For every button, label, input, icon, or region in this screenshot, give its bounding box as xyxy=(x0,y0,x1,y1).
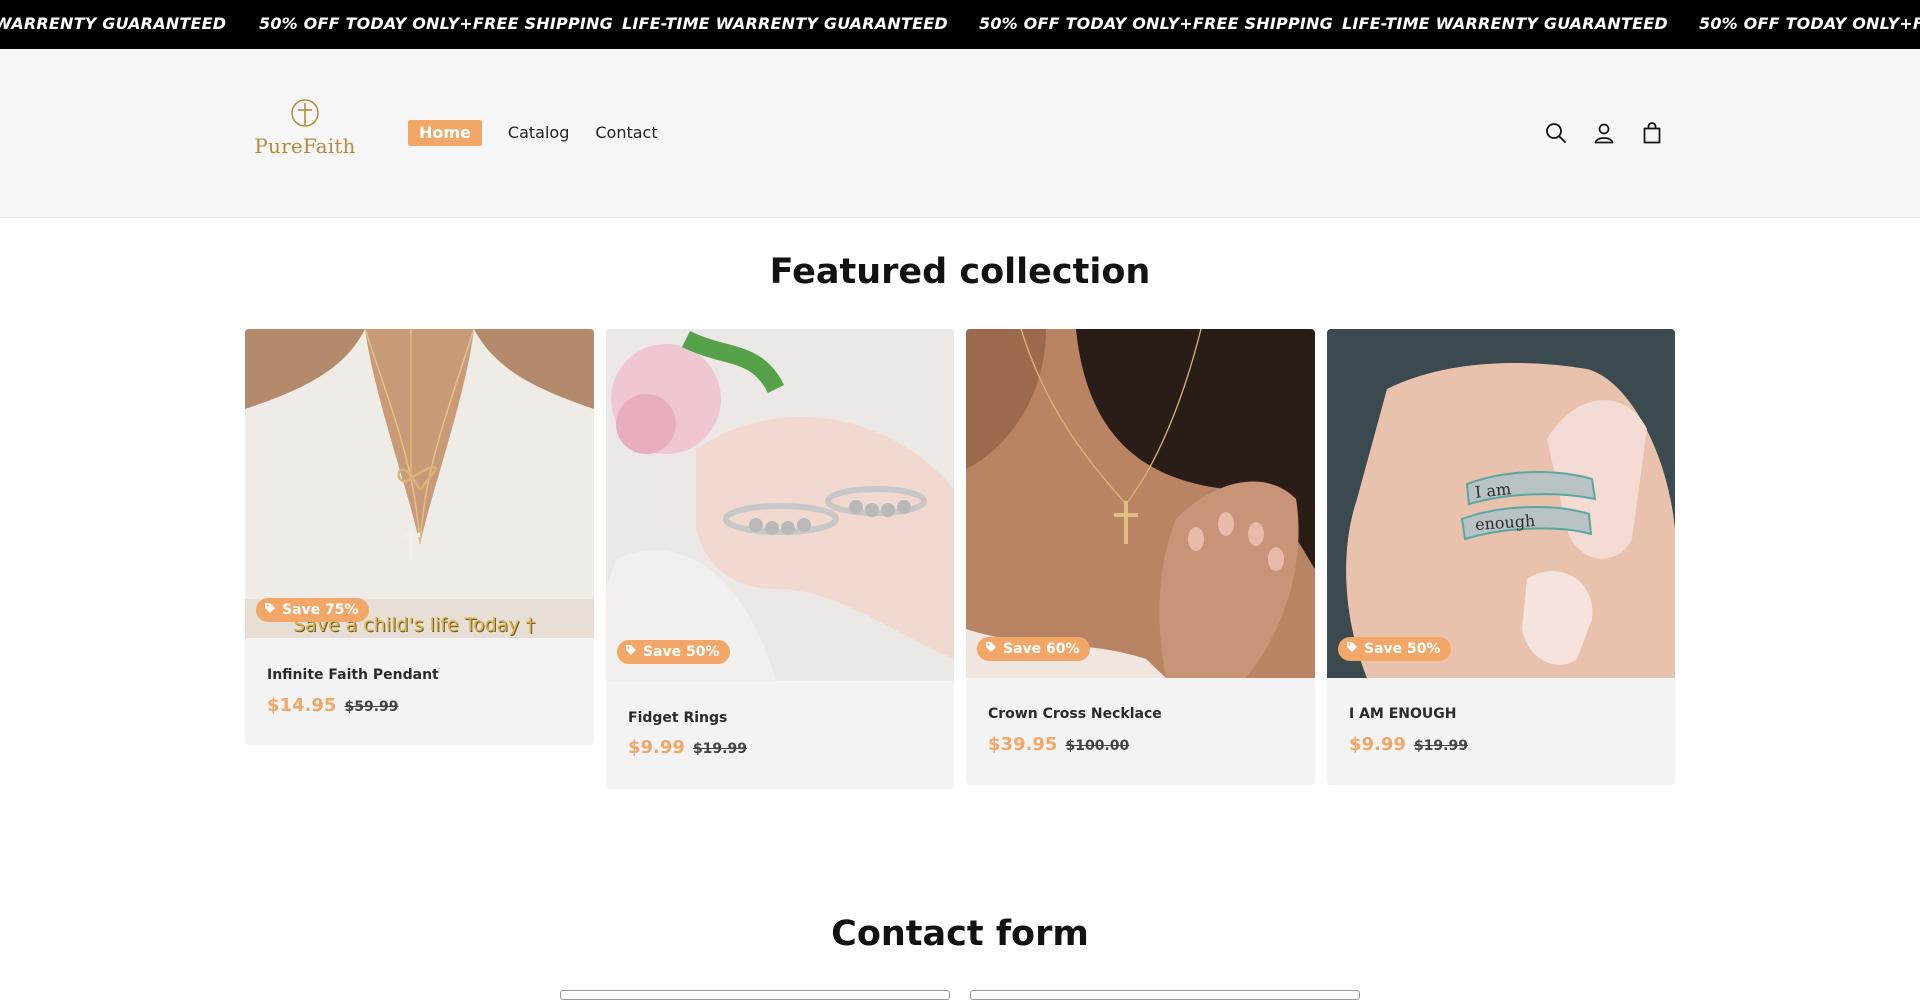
product-image[interactable] xyxy=(966,329,1315,678)
header-icons xyxy=(1542,119,1686,147)
announcement-item: 50% OFF TODAY ONLY+FREE xyxy=(1699,14,1920,33)
product-title[interactable]: Crown Cross Necklace xyxy=(988,706,1162,722)
tag-icon xyxy=(985,637,997,661)
announcement-item: 50% OFF TODAY ONLY+FREE SHIPPING xyxy=(979,14,1333,33)
price-row: $39.95 $100.00 xyxy=(988,734,1129,755)
sale-price: $39.95 xyxy=(988,734,1058,755)
compare-price: $59.99 xyxy=(344,699,399,715)
compare-price: $19.99 xyxy=(692,741,747,757)
product-image[interactable] xyxy=(606,329,954,681)
sale-badge: Save 50% xyxy=(1338,637,1451,661)
account-icon[interactable] xyxy=(1590,119,1618,147)
announcement-item: LIFE-TIME WARRENTY GUARANTEED xyxy=(622,14,948,33)
product-title[interactable]: I AM ENOUGH xyxy=(1349,706,1456,722)
cross-logo-icon xyxy=(291,99,319,127)
announcement-item: WARRENTY GUARANTEED xyxy=(0,14,227,33)
nav-catalog[interactable]: Catalog xyxy=(508,120,569,146)
compare-price: $19.99 xyxy=(1413,738,1468,754)
main-nav: Home Catalog Contact xyxy=(408,119,684,147)
logo-text: PureFaith xyxy=(254,134,356,158)
logo[interactable]: PureFaith xyxy=(250,98,360,160)
badge-label: Save 60% xyxy=(1003,641,1080,657)
sale-badge: Save 50% xyxy=(617,640,730,664)
badge-label: Save 75% xyxy=(282,602,359,618)
product-title[interactable]: Infinite Faith Pendant xyxy=(267,667,439,683)
nav-home[interactable]: Home xyxy=(408,120,482,146)
name-field[interactable] xyxy=(560,990,950,1000)
product-title[interactable]: Fidget Rings xyxy=(628,710,727,726)
compare-price: $100.00 xyxy=(1065,738,1130,754)
sale-badge: Save 60% xyxy=(977,637,1090,661)
badge-label: Save 50% xyxy=(1364,641,1441,657)
email-field[interactable] xyxy=(970,990,1360,1000)
sale-price: $9.99 xyxy=(1349,734,1406,755)
ring-engraving-line1: I am xyxy=(1474,479,1513,502)
product-card[interactable]: Save 60% Crown Cross Necklace $39.95 $10… xyxy=(966,329,1315,785)
tag-icon xyxy=(264,598,276,622)
product-card[interactable]: Save 50% Fidget Rings $9.99 $19.99 xyxy=(606,329,954,789)
site-header: PureFaith Home Catalog Contact xyxy=(0,49,1920,218)
sale-price: $14.95 xyxy=(267,695,337,716)
nav-contact[interactable]: Contact xyxy=(595,120,657,146)
badge-label: Save 50% xyxy=(643,644,720,660)
sale-price: $9.99 xyxy=(628,737,685,758)
price-row: $9.99 $19.99 xyxy=(628,737,747,758)
cart-icon[interactable] xyxy=(1638,119,1666,147)
contact-form-title: Contact form xyxy=(831,914,1089,954)
tag-icon xyxy=(625,640,637,664)
price-row: $14.95 $59.99 xyxy=(267,695,399,716)
price-row: $9.99 $19.99 xyxy=(1349,734,1468,755)
product-card[interactable]: Save a child's life Today † Save 75% Inf… xyxy=(245,329,594,745)
announcement-bar: WARRENTY GUARANTEED 50% OFF TODAY ONLY+F… xyxy=(0,0,1920,49)
sale-badge: Save 75% xyxy=(256,598,369,622)
announcement-item: 50% OFF TODAY ONLY+FREE SHIPPING xyxy=(259,14,613,33)
featured-collection-title: Featured collection xyxy=(769,252,1151,292)
tag-icon xyxy=(1346,637,1358,661)
product-image[interactable]: I am enough xyxy=(1327,329,1675,678)
announcement-item: LIFE-TIME WARRENTY GUARANTEED xyxy=(1342,14,1668,33)
search-icon[interactable] xyxy=(1542,119,1570,147)
product-image[interactable]: Save a child's life Today † xyxy=(245,329,594,638)
product-card[interactable]: I am enough Save 50% I AM ENOUGH $9.99 $… xyxy=(1327,329,1675,785)
